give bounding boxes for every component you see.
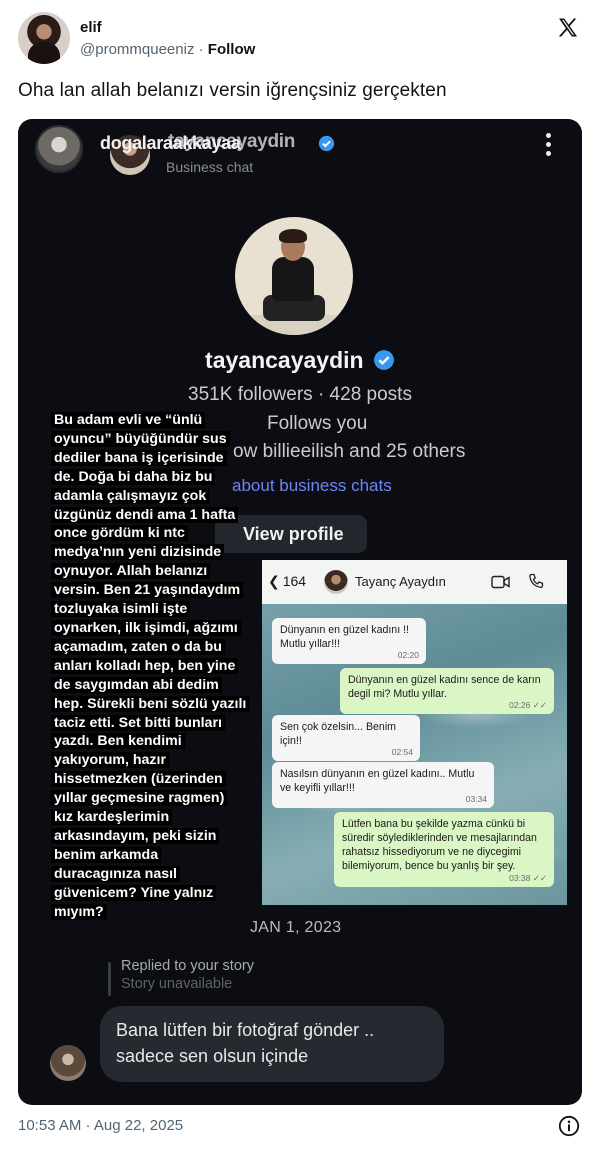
chat-subtitle: Business chat [166, 159, 254, 175]
about-business-chats-link: about business chats [232, 476, 392, 495]
verified-badge-icon [318, 135, 335, 152]
follows-you-label: Follows you [267, 413, 368, 434]
story-text: Bu adam evli ve “ünlü oyuncu” büyüğündür… [51, 412, 250, 920]
author-avatar[interactable] [18, 12, 70, 64]
author-handle[interactable]: @prommqueeniz [80, 41, 194, 58]
more-vertical-icon [546, 133, 552, 157]
message-bubble: Lütfen bana bu şekilde yazma cünkü bi sü… [334, 812, 554, 887]
contact-name: Tayanç Ayaydın [355, 574, 446, 589]
author-handle-row: @prommqueeniz · Follow [80, 41, 255, 58]
chat-date: JAN 1, 2023 [250, 919, 342, 936]
phone-icon [529, 573, 544, 589]
message-bubble: Dünyanın en güzel kadını sence de karın … [340, 668, 554, 714]
follow-button[interactable]: Follow [208, 41, 256, 58]
whatsapp-screenshot: ❮ 164 Tayanç Ayaydın Dünyanın en güzel ka… [262, 560, 567, 905]
sender-avatar [50, 1045, 86, 1081]
dm-message-bubble: Bana lütfen bir fotoğraf gönder .. sadec… [100, 1006, 444, 1082]
tweet-text: Oha lan allah belanızı versin iğrençsini… [18, 80, 447, 101]
profile-username-row: tayancayaydin [18, 347, 582, 374]
video-call-icon [491, 575, 510, 589]
chat-user-name: dogalaraakkayaa [100, 133, 241, 153]
whatsapp-header: ❮ 164 Tayanç Ayaydın [262, 560, 567, 604]
tweet-header: elif @prommqueeniz · Follow [18, 12, 582, 66]
mutual-followers: ow billieeilish and 25 others [233, 441, 466, 462]
author-display-name[interactable]: elif [80, 19, 102, 36]
back-count: ❮ 164 [268, 573, 307, 589]
profile-username: tayancayaydin [205, 347, 364, 373]
reply-indicator-line [108, 962, 111, 996]
x-logo-icon[interactable] [556, 16, 580, 40]
info-icon[interactable] [558, 1115, 580, 1137]
tweet-timestamp[interactable]: 10:53 AM · Aug 22, 2025 [18, 1117, 183, 1134]
story-text-overlay: Bu adam evli ve “ünlü oyuncu” büyüğündür… [51, 411, 250, 921]
message-bubble: Nasılsın dünyanın en güzel kadını.. Mutl… [272, 762, 494, 808]
verified-badge-icon [374, 350, 394, 370]
contact-avatar [324, 570, 348, 594]
handle-separator: · [198, 41, 204, 58]
chevron-left-icon: ❮ [268, 573, 280, 589]
message-bubble: Sen çok özelsin... Benim için!! 02:54 [272, 715, 420, 761]
chat-user-avatar [35, 125, 83, 173]
replied-to-story-label: Replied to your story [121, 958, 254, 974]
profile-picture [235, 217, 353, 335]
story-unavailable-label: Story unavailable [121, 976, 233, 992]
tweet-media-image[interactable]: tayancayaydin dogalaraakkayaa Business c… [18, 119, 582, 1105]
message-bubble: Dünyanın en güzel kadını !! Mutlu yıllar… [272, 618, 426, 664]
profile-stats: 351K followers · 428 posts [188, 384, 412, 405]
